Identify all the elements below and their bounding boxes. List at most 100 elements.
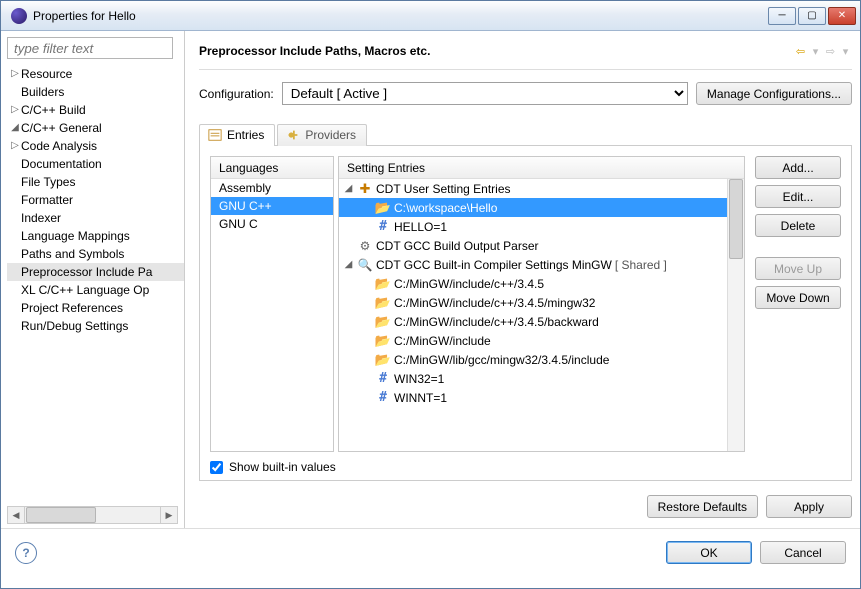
filter-input[interactable] (7, 37, 173, 59)
folder-icon: 📂 (375, 314, 391, 330)
nav-fwd-icon[interactable]: ⇨ (824, 45, 837, 58)
entry-item[interactable]: #HELLO=1 (339, 217, 727, 236)
nav-item[interactable]: Builders (7, 83, 184, 101)
mag-icon: 🔍 (357, 257, 373, 273)
page-title: Preprocessor Include Paths, Macros etc. (199, 44, 794, 58)
entry-label: CDT GCC Build Output Parser (376, 239, 539, 253)
scroll-left-icon[interactable]: ◀ (8, 507, 25, 523)
nav-item[interactable]: ▷Resource (7, 65, 184, 83)
entry-item[interactable]: 📂C:/MinGW/include/c++/3.4.5/mingw32 (339, 293, 727, 312)
languages-header: Languages (211, 157, 333, 179)
nav-item[interactable]: Preprocessor Include Pa (7, 263, 184, 281)
entry-item[interactable]: ⚙CDT GCC Build Output Parser (339, 236, 727, 255)
entry-label: CDT GCC Built-in Compiler Settings MinGW (376, 258, 612, 272)
nav-label: Language Mappings (21, 227, 130, 245)
expand-icon[interactable]: ▷ (9, 65, 21, 83)
expand-icon[interactable]: ▷ (9, 101, 21, 119)
language-item[interactable]: Assembly (211, 179, 333, 197)
nav-item[interactable]: Run/Debug Settings (7, 317, 184, 335)
edit-button[interactable]: Edit... (755, 185, 841, 208)
language-item[interactable]: GNU C++ (211, 197, 333, 215)
hash-icon: # (375, 371, 391, 387)
nav-label: Resource (21, 65, 72, 83)
show-builtin-input[interactable] (210, 461, 223, 474)
entries-list[interactable]: ◢✚CDT User Setting Entries📂C:\workspace\… (339, 179, 744, 407)
languages-list[interactable]: AssemblyGNU C++GNU C (211, 179, 333, 233)
cancel-button[interactable]: Cancel (760, 541, 846, 564)
expand-icon[interactable]: ◢ (343, 259, 354, 270)
nav-item[interactable]: XL C/C++ Language Op (7, 281, 184, 299)
close-button[interactable]: ✕ (828, 7, 856, 25)
entry-label: CDT User Setting Entries (376, 182, 511, 196)
hash-icon: # (375, 390, 391, 406)
nav-back-icon[interactable]: ⇦ (794, 45, 807, 58)
nav-item[interactable]: Project References (7, 299, 184, 317)
folder-icon: 📂 (375, 276, 391, 292)
nav-item[interactable]: ▷Code Analysis (7, 137, 184, 155)
nav-label: Run/Debug Settings (21, 317, 128, 335)
entries-header: Setting Entries (339, 157, 744, 179)
show-builtin-checkbox[interactable]: Show built-in values (210, 460, 841, 474)
tab-providers[interactable]: Providers (277, 124, 367, 146)
vscroll-thumb[interactable] (729, 179, 743, 259)
expand-icon[interactable]: ▷ (9, 137, 21, 155)
nav-item[interactable]: Paths and Symbols (7, 245, 184, 263)
add-button[interactable]: Add... (755, 156, 841, 179)
apply-button[interactable]: Apply (766, 495, 852, 518)
nav-label: Formatter (21, 191, 73, 209)
language-item[interactable]: GNU C (211, 215, 333, 233)
entry-label: HELLO=1 (394, 220, 447, 234)
tree-hscroll[interactable]: ◀ ▶ (7, 506, 178, 524)
nav-fwd-menu-icon[interactable]: ▾ (839, 45, 852, 58)
folder-icon: 📂 (375, 333, 391, 349)
entry-item[interactable]: #WINNT=1 (339, 388, 727, 407)
nav-item[interactable]: Indexer (7, 209, 184, 227)
move-down-button[interactable]: Move Down (755, 286, 841, 309)
entry-item[interactable]: ◢🔍CDT GCC Built-in Compiler Settings Min… (339, 255, 727, 274)
move-up-button[interactable]: Move Up (755, 257, 841, 280)
nav-label: Documentation (21, 155, 102, 173)
folder-icon: 📂 (375, 352, 391, 368)
scroll-right-icon[interactable]: ▶ (160, 507, 177, 523)
entry-label: WINNT=1 (394, 391, 447, 405)
entry-item[interactable]: #WIN32=1 (339, 369, 727, 388)
entry-label: C:/MinGW/include/c++/3.4.5 (394, 277, 544, 291)
nav-tree[interactable]: ▷ResourceBuilders▷C/C++ Build◢C/C++ Gene… (7, 65, 184, 502)
entry-item[interactable]: 📂C:/MinGW/include (339, 331, 727, 350)
entry-label: C:\workspace\Hello (394, 201, 497, 215)
config-select[interactable]: Default [ Active ] (282, 82, 688, 105)
nav-item[interactable]: File Types (7, 173, 184, 191)
entry-item[interactable]: 📂C:\workspace\Hello (339, 198, 727, 217)
minimize-button[interactable]: ─ (768, 7, 796, 25)
nav-item[interactable]: Language Mappings (7, 227, 184, 245)
manage-config-button[interactable]: Manage Configurations... (696, 82, 852, 105)
nav-label: Code Analysis (21, 137, 97, 155)
show-builtin-label: Show built-in values (229, 460, 336, 474)
entry-label: C:/MinGW/lib/gcc/mingw32/3.4.5/include (394, 353, 609, 367)
entry-label: C:/MinGW/include/c++/3.4.5/mingw32 (394, 296, 595, 310)
entry-item[interactable]: 📂C:/MinGW/include/c++/3.4.5 (339, 274, 727, 293)
expand-icon[interactable]: ◢ (9, 119, 21, 137)
nav-item[interactable]: ▷C/C++ Build (7, 101, 184, 119)
entry-item[interactable]: 📂C:/MinGW/include/c++/3.4.5/backward (339, 312, 727, 331)
nav-item[interactable]: ◢C/C++ General (7, 119, 184, 137)
entry-label: C:/MinGW/include (394, 334, 491, 348)
tab-entries-label: Entries (227, 128, 264, 142)
folder-icon: 📂 (375, 295, 391, 311)
scroll-thumb[interactable] (26, 507, 96, 523)
nav-back-menu-icon[interactable]: ▾ (809, 45, 822, 58)
nav-item[interactable]: Documentation (7, 155, 184, 173)
delete-button[interactable]: Delete (755, 214, 841, 237)
expand-icon[interactable]: ◢ (343, 183, 354, 194)
nav-item[interactable]: Formatter (7, 191, 184, 209)
tab-entries[interactable]: Entries (199, 124, 275, 146)
restore-defaults-button[interactable]: Restore Defaults (647, 495, 758, 518)
ok-button[interactable]: OK (666, 541, 752, 564)
help-icon[interactable]: ? (15, 542, 37, 564)
hash-icon: # (375, 219, 391, 235)
config-label: Configuration: (199, 87, 274, 101)
entry-item[interactable]: 📂C:/MinGW/lib/gcc/mingw32/3.4.5/include (339, 350, 727, 369)
maximize-button[interactable]: ▢ (798, 7, 826, 25)
entries-vscroll[interactable] (727, 179, 744, 451)
entry-item[interactable]: ◢✚CDT User Setting Entries (339, 179, 727, 198)
